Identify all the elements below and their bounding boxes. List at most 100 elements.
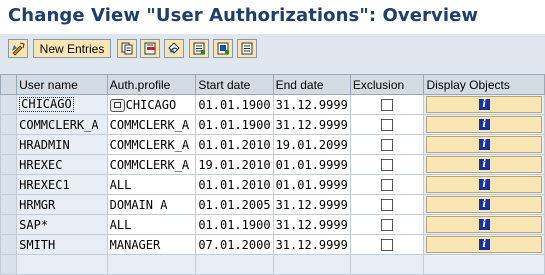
copy-button[interactable] — [117, 39, 137, 58]
table-row: HRADMIN COMMCLERK_A 01.01.2010 19.01.209… — [0, 134, 545, 155]
copy-icon — [121, 42, 132, 55]
display-objects-cell: i — [423, 214, 545, 235]
user-name-cell[interactable]: CHICAGO — [16, 94, 108, 115]
display-objects-button[interactable]: i — [426, 216, 542, 233]
delete-button[interactable] — [140, 39, 160, 58]
select-block-icon — [217, 42, 229, 55]
display-objects-button[interactable]: i — [426, 96, 542, 113]
row-selector[interactable] — [0, 94, 18, 115]
exclusion-checkbox[interactable] — [381, 99, 394, 112]
exclusion-cell — [349, 174, 425, 195]
exclusion-checkbox[interactable] — [381, 179, 394, 192]
start-date-cell[interactable]: 01.01.2005 — [195, 194, 274, 215]
select-block-button[interactable] — [213, 39, 233, 58]
end-date-cell[interactable]: 31.12.9999 — [272, 214, 351, 235]
row-selector[interactable] — [0, 174, 18, 195]
select-all-rows-corner[interactable] — [0, 74, 18, 95]
table-grid: User name Auth.profile Start date End da… — [0, 74, 545, 275]
auth-profile-cell[interactable]: COMMCLERK_A — [106, 134, 197, 155]
user-name-cell[interactable]: COMMCLERK_A — [16, 114, 108, 135]
new-entries-button[interactable]: New Entries — [33, 39, 111, 58]
auth-profile-cell[interactable]: MANAGER — [106, 234, 197, 255]
info-icon: i — [478, 179, 490, 190]
row-selector[interactable] — [0, 214, 18, 235]
end-date-cell[interactable]: 31.12.9999 — [272, 234, 351, 255]
auth-profile-cell[interactable]: CHICAGO — [106, 94, 197, 115]
table-row-empty — [0, 254, 545, 275]
display-objects-button[interactable]: i — [426, 136, 542, 153]
auth-profile-cell[interactable]: ALL — [106, 214, 197, 235]
auth-profile-cell[interactable]: COMMCLERK_A — [106, 114, 197, 135]
deselect-all-button[interactable] — [237, 39, 257, 58]
new-entries-label: New Entries — [39, 41, 105, 56]
row-selector[interactable] — [0, 254, 18, 275]
info-icon: i — [478, 99, 490, 110]
column-header-start-date[interactable]: Start date — [195, 74, 274, 95]
table-row: CHICAGO CHICAGO 01.01.1900 31.12.9999 i — [0, 94, 545, 115]
display-objects-button[interactable]: i — [426, 196, 542, 213]
user-name-cell[interactable]: HREXEC — [16, 154, 108, 175]
display-objects-button[interactable]: i — [426, 176, 542, 193]
exclusion-cell — [349, 194, 425, 215]
start-date-cell[interactable]: 07.01.2000 — [195, 234, 274, 255]
user-name-cell[interactable]: HREXEC1 — [16, 174, 108, 195]
user-name-cell[interactable]: HRADMIN — [16, 134, 108, 155]
exclusion-cell — [349, 214, 425, 235]
start-date-cell[interactable]: 01.01.2010 — [195, 174, 274, 195]
column-header-auth-profile[interactable]: Auth.profile — [106, 74, 197, 95]
user-name-cell[interactable]: HRMGR — [16, 194, 108, 215]
exclusion-checkbox[interactable] — [381, 159, 394, 172]
start-date-cell[interactable]: 19.01.2010 — [195, 154, 274, 175]
row-selector[interactable] — [0, 154, 18, 175]
display-objects-button[interactable]: i — [426, 116, 542, 133]
row-selector[interactable] — [0, 114, 18, 135]
info-icon: i — [478, 159, 490, 170]
column-header-display-objects[interactable]: Display Objects — [423, 74, 545, 95]
exclusion-cell — [349, 154, 425, 175]
undo-change-button[interactable] — [164, 39, 184, 58]
title-bar: Change View "User Authorizations": Overv… — [0, 0, 545, 34]
column-header-user-name[interactable]: User name — [16, 74, 108, 95]
auth-profile-cell[interactable]: ALL — [106, 174, 197, 195]
row-selector[interactable] — [0, 234, 18, 255]
select-all-button[interactable] — [189, 39, 209, 58]
start-date-cell[interactable]: 01.01.1900 — [195, 214, 274, 235]
table-row: HREXEC1 ALL 01.01.2010 01.01.9999 i — [0, 174, 545, 195]
exclusion-checkbox[interactable] — [381, 119, 394, 132]
end-date-cell[interactable]: 31.12.9999 — [272, 194, 351, 215]
auth-profile-cell[interactable]: DOMAIN A — [106, 194, 197, 215]
info-icon: i — [478, 199, 490, 210]
display-objects-button[interactable]: i — [426, 156, 542, 173]
start-date-cell[interactable]: 01.01.1900 — [195, 114, 274, 135]
table-row: SAP* ALL 01.01.1900 31.12.9999 i — [0, 214, 545, 235]
end-date-cell[interactable]: 01.01.9999 — [272, 174, 351, 195]
table-row: HREXEC COMMCLERK_A 19.01.2010 01.01.9999… — [0, 154, 545, 175]
row-selector[interactable] — [0, 134, 18, 155]
end-date-cell[interactable]: 01.01.9999 — [272, 154, 351, 175]
exclusion-checkbox[interactable] — [381, 139, 394, 152]
column-header-exclusion[interactable]: Exclusion — [349, 74, 425, 95]
display-objects-button[interactable]: i — [426, 236, 542, 253]
display-objects-cell: i — [423, 234, 545, 255]
undo-icon — [168, 42, 180, 54]
value-help-icon[interactable] — [109, 98, 125, 112]
start-date-cell[interactable]: 01.01.2010 — [195, 134, 274, 155]
info-icon: i — [478, 119, 490, 130]
end-date-cell[interactable]: 19.01.2099 — [272, 134, 351, 155]
table-header-row: User name Auth.profile Start date End da… — [0, 74, 545, 95]
exclusion-checkbox[interactable] — [381, 199, 394, 212]
row-selector[interactable] — [0, 194, 18, 215]
empty-cell — [272, 254, 351, 275]
edit-display-toggle-button[interactable] — [8, 39, 28, 58]
info-icon: i — [478, 139, 490, 150]
exclusion-checkbox[interactable] — [381, 239, 394, 252]
end-date-cell[interactable]: 31.12.9999 — [272, 94, 351, 115]
start-date-cell[interactable]: 01.01.1900 — [195, 94, 274, 115]
user-name-cell[interactable]: SAP* — [16, 214, 108, 235]
end-date-cell[interactable]: 31.12.9999 — [272, 114, 351, 135]
exclusion-checkbox[interactable] — [381, 219, 394, 232]
auth-profile-cell[interactable]: COMMCLERK_A — [106, 154, 197, 175]
display-objects-cell: i — [423, 194, 545, 215]
user-name-cell[interactable]: SMITH — [16, 234, 108, 255]
column-header-end-date[interactable]: End date — [272, 74, 351, 95]
